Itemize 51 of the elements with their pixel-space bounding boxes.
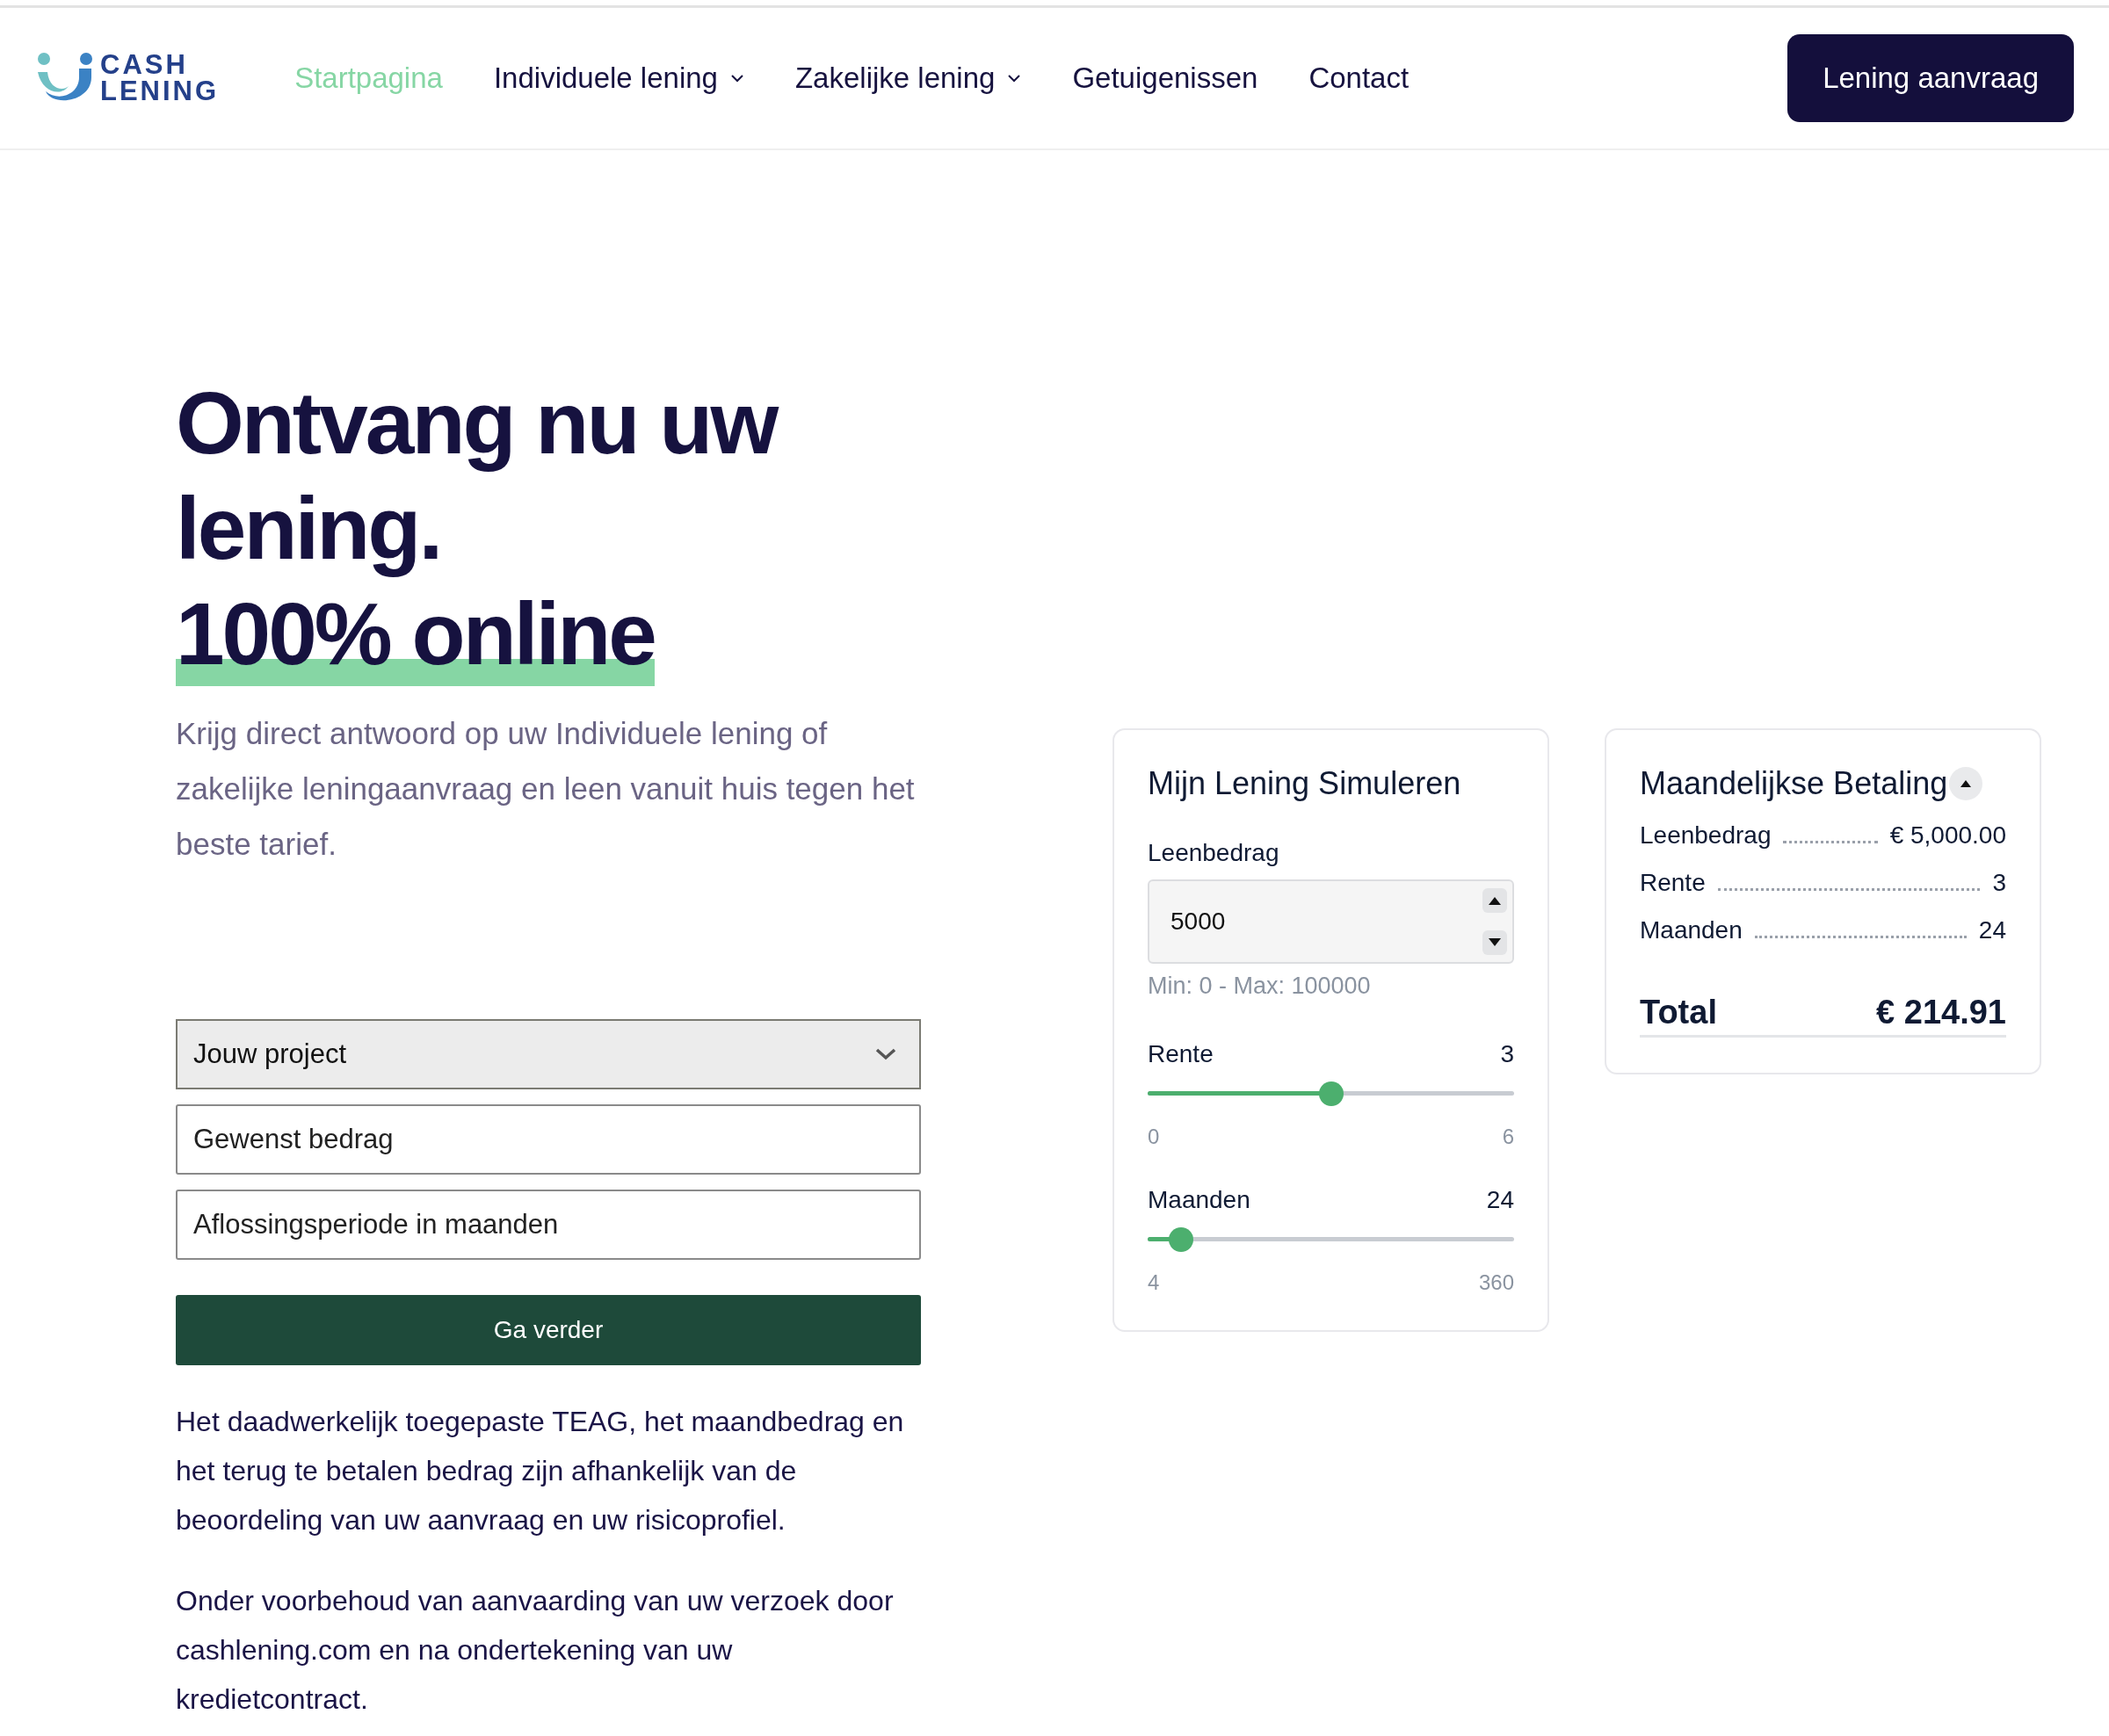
project-select[interactable]: Jouw project xyxy=(176,1019,921,1089)
disclaimer-text: Het daadwerkelijk toegepaste TEAG, het maandbedrag en het terug te betalen bedrag zijn afhankelijk van de beoordeling van uw aanvraag en uw risicoprofiel. xyxy=(176,1405,905,1537)
slider-value: 3 xyxy=(1500,1040,1514,1068)
chevron-down-icon xyxy=(729,74,744,83)
summary-value: 24 xyxy=(1978,916,2006,944)
input-field[interactable]: 5000 xyxy=(1148,879,1514,964)
range-hint: Min: 0 - Max: 100000 xyxy=(1148,973,1372,1000)
hero-title: lening. xyxy=(176,478,441,579)
slider[interactable] xyxy=(1148,1081,1514,1107)
input-field[interactable]: Gewenst bedrag xyxy=(176,1104,921,1175)
summary-label: Leenbedrag xyxy=(1640,821,1772,850)
loan-request-button[interactable]: Lening aanvraag xyxy=(1787,34,2074,122)
slider-max: 6 xyxy=(1502,1125,1514,1149)
summary-value: 3 xyxy=(1992,869,2006,897)
continue-button[interactable]: Ga verder xyxy=(176,1295,921,1365)
input-field[interactable]: Aflossingsperiode in maanden xyxy=(176,1190,921,1260)
slider[interactable] xyxy=(1148,1226,1514,1253)
slider-min: 0 xyxy=(1148,1125,1160,1149)
slider-label: Maanden xyxy=(1148,1186,1250,1214)
increment-button[interactable] xyxy=(1482,888,1507,913)
nav-link[interactable]: Getuigenissen xyxy=(1072,61,1258,95)
card-title: Maandelijkse Betaling xyxy=(1640,765,1948,802)
chevron-down-icon xyxy=(1007,74,1022,83)
triangle-up-icon xyxy=(1488,896,1502,905)
summary-label: Rente xyxy=(1640,869,1706,897)
summary-value: € 5,000.00 xyxy=(1889,821,2006,850)
total-value: € 214.91 xyxy=(1876,994,2006,1031)
slider-value: 24 xyxy=(1486,1186,1514,1214)
hero-title: Ontvang nu uw xyxy=(176,373,777,474)
slider-label: Rente xyxy=(1148,1040,1214,1068)
logo-text: LENING xyxy=(100,78,220,105)
triangle-up-icon xyxy=(1960,780,1972,787)
collapse-button[interactable] xyxy=(1949,767,1983,800)
triangle-down-icon xyxy=(1488,938,1502,947)
nav-link[interactable]: Individuele lening xyxy=(493,61,744,95)
disclaimer-text: Onder voorbehoud van aanvaarding van uw verzoek door cashlening.com en na ondertekening van uw kredietcontract. xyxy=(176,1584,895,1717)
logo-text: CASH xyxy=(100,52,189,78)
logo[interactable]: CASH LENING xyxy=(35,51,220,105)
summary-label: Maanden xyxy=(1640,916,1743,944)
nav-link[interactable]: Contact xyxy=(1308,61,1410,95)
field-label: Leenbedrag xyxy=(1148,839,1280,867)
chevron-down-icon xyxy=(875,1048,896,1060)
hero-intro: Krijg direct antwoord op uw Individuele lening of zakelijke leningaanvraag en leen vanuit huis tegen het beste tarief. xyxy=(176,715,916,863)
card-title: Mijn Lening Simuleren xyxy=(1148,765,1462,802)
decrement-button[interactable] xyxy=(1482,930,1507,955)
slider-max: 360 xyxy=(1478,1270,1514,1295)
slider-thumb[interactable] xyxy=(1168,1227,1193,1252)
total-label: Total xyxy=(1640,994,1717,1031)
slider-thumb[interactable] xyxy=(1318,1081,1344,1106)
slider-min: 4 xyxy=(1148,1270,1160,1295)
nav-link[interactable]: Zakelijke lening xyxy=(794,61,1022,95)
